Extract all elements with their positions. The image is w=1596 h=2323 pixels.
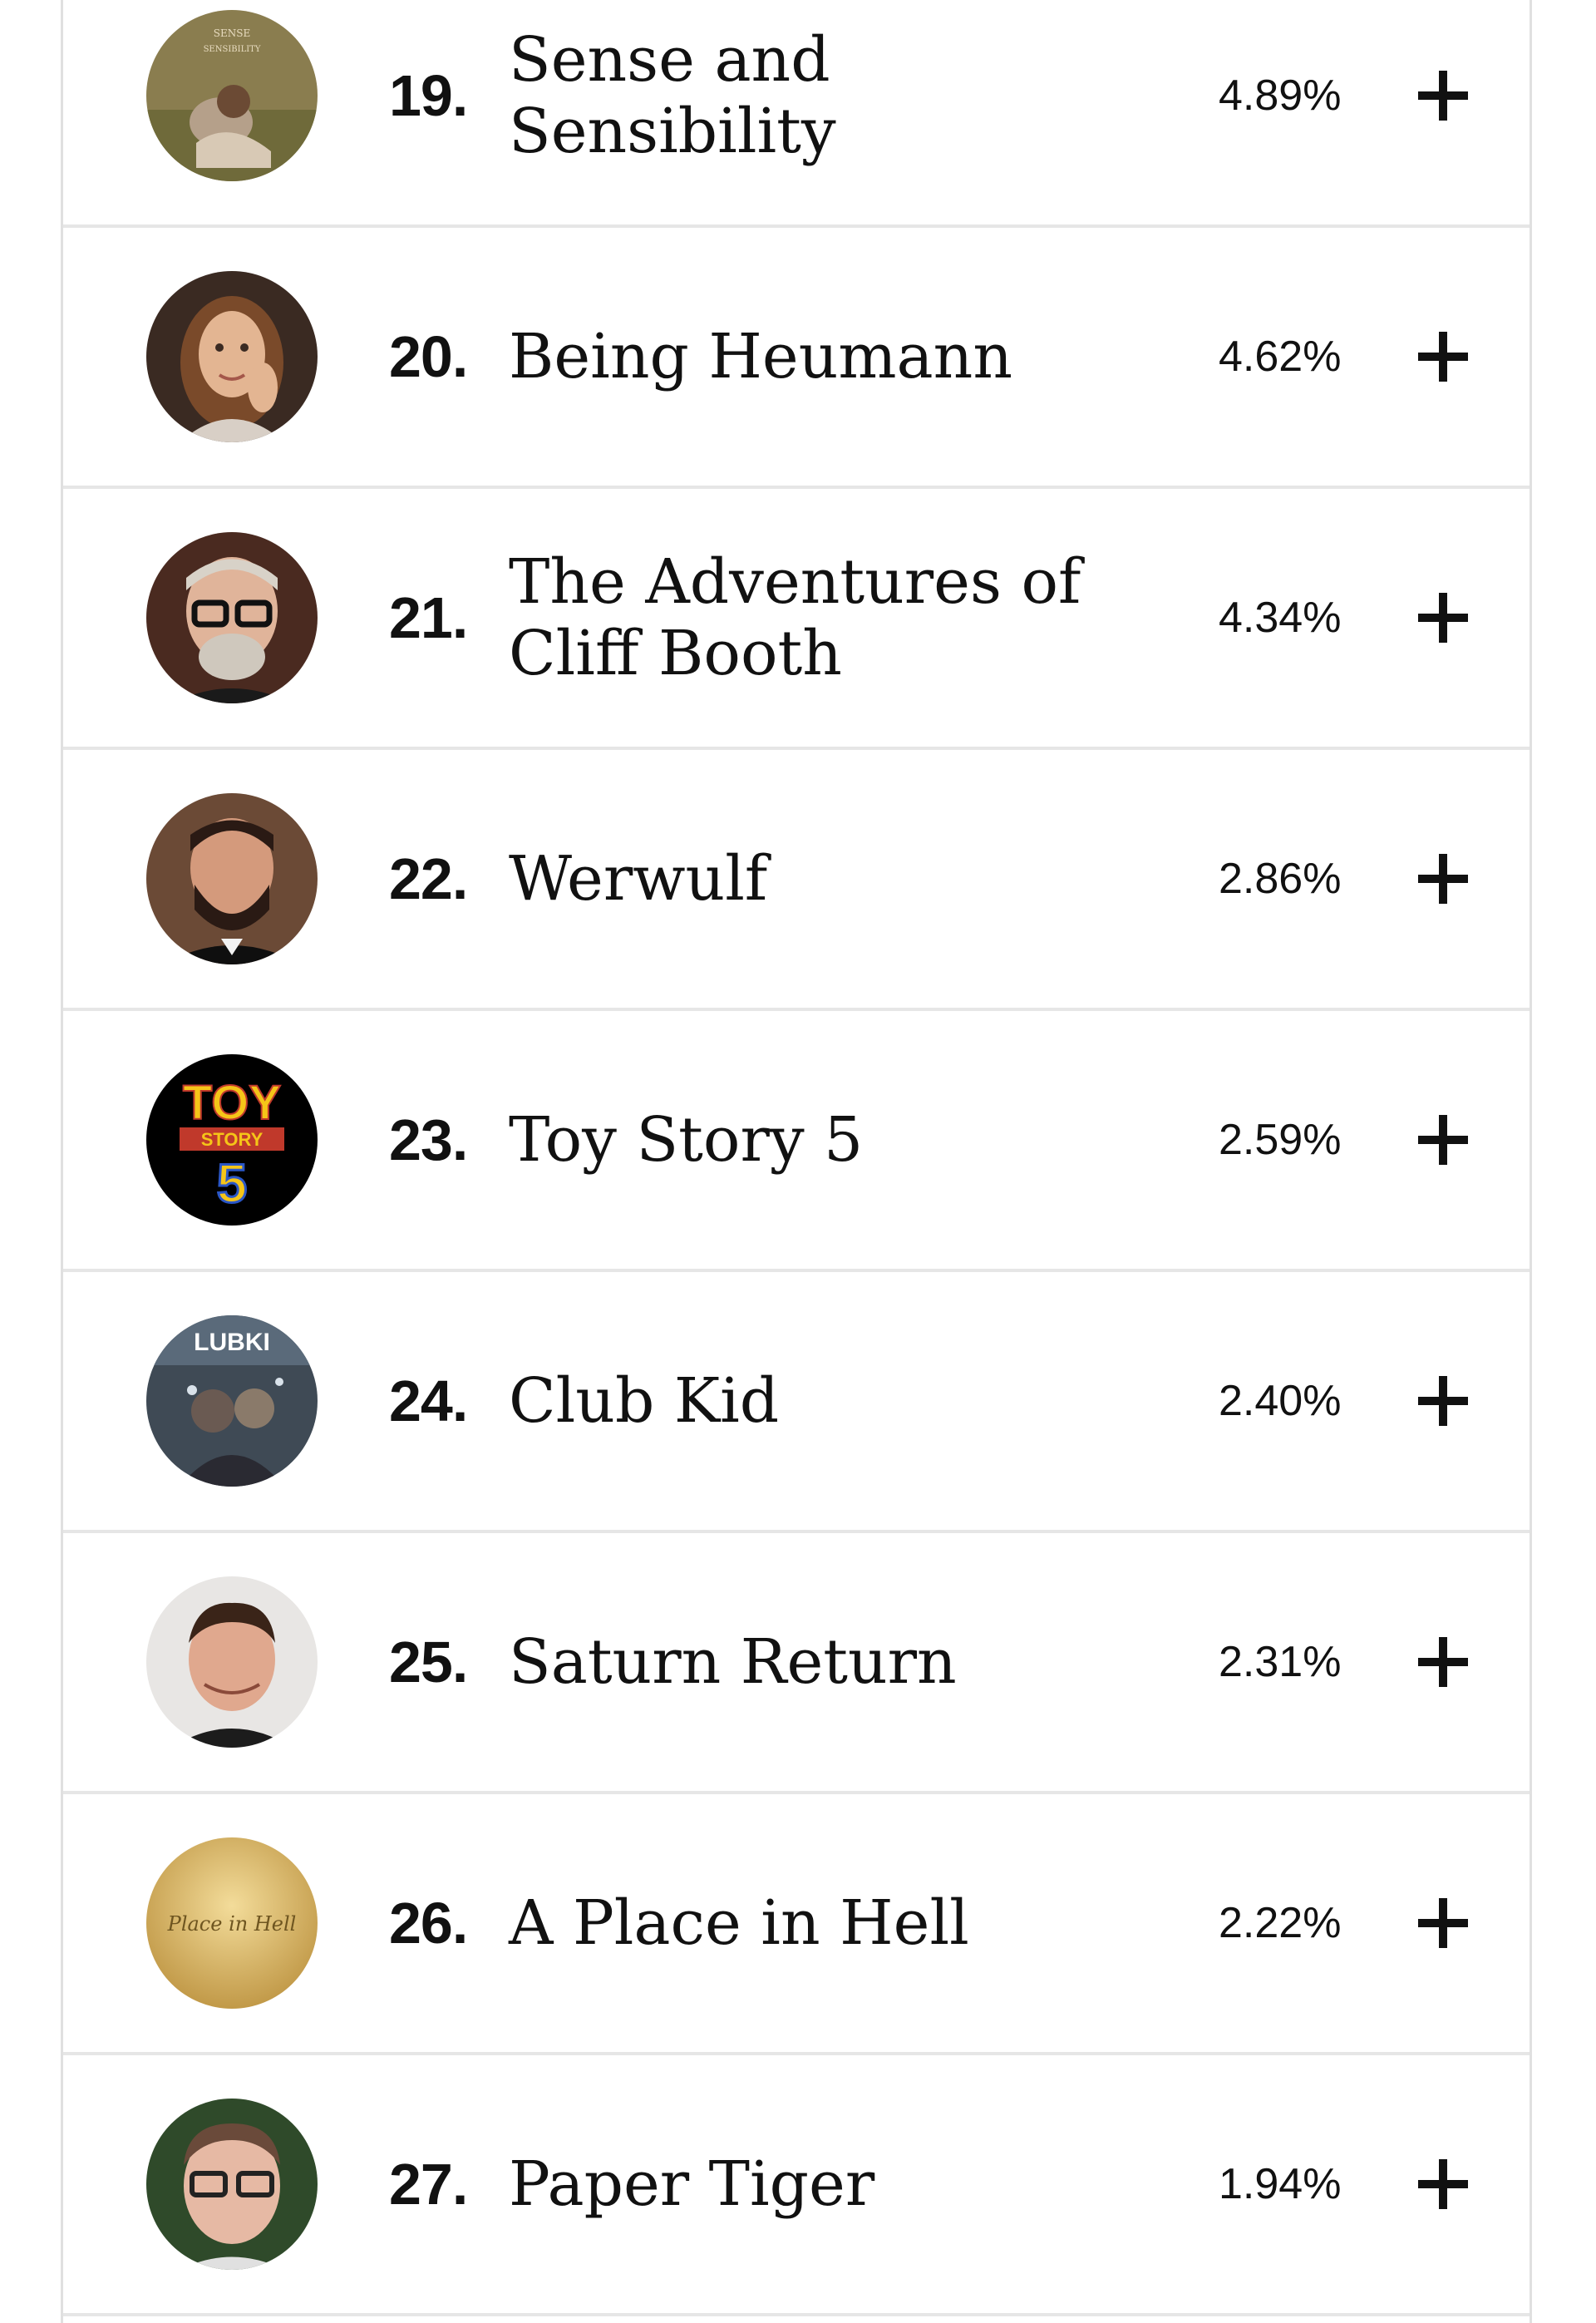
rank-number: 23.	[389, 1107, 468, 1172]
ranking-row: 22. Werwulf 2.86%	[63, 750, 1530, 1011]
svg-text:5: 5	[217, 1152, 248, 1214]
vote-percentage: 2.59%	[1219, 1116, 1342, 1164]
a-place-in-hell-poster-avatar: Place in Hell	[146, 1837, 318, 2009]
film-title: Saturn Return	[509, 1626, 957, 1698]
vote-percentage: 4.89%	[1219, 72, 1342, 120]
club-kid-poster-avatar: LUBKI	[146, 1315, 318, 1487]
film-title: Werwulf	[509, 843, 768, 915]
ranking-row: LUBKI 24. Club Kid 2.40%	[63, 1272, 1530, 1533]
ranking-row: 25. Saturn Return 2.31%	[63, 1533, 1530, 1794]
rank-number: 19.	[389, 63, 468, 128]
bearded-man-avatar	[146, 793, 318, 964]
ranking-row: 27. Paper Tiger 1.94%	[63, 2055, 1530, 2316]
plus-icon[interactable]	[1418, 71, 1468, 121]
plus-icon[interactable]	[1418, 332, 1468, 382]
rank-number: 20.	[389, 324, 468, 389]
rankings-list: SENSE SENSIBILITY 19. Sense and Sensibil…	[61, 0, 1532, 2323]
film-title: Sense and Sensibility	[509, 24, 836, 167]
film-title: The Adventures of Cliff Booth	[509, 546, 1081, 689]
ranking-row: 20. Being Heumann 4.62%	[63, 228, 1530, 489]
plus-icon[interactable]	[1418, 854, 1468, 904]
vote-percentage: 4.34%	[1219, 594, 1342, 642]
vote-percentage: 2.40%	[1219, 1377, 1342, 1425]
plus-icon[interactable]	[1418, 1637, 1468, 1687]
vote-percentage: 2.31%	[1219, 1638, 1342, 1686]
plus-icon[interactable]	[1418, 1898, 1468, 1948]
man-glasses-avatar	[146, 2099, 318, 2270]
vote-percentage: 2.22%	[1219, 1899, 1342, 1947]
ranking-row: SENSE SENSIBILITY 19. Sense and Sensibil…	[63, 0, 1530, 228]
film-title: Being Heumann	[509, 321, 1012, 392]
plus-icon[interactable]	[1418, 593, 1468, 643]
rank-number: 27.	[389, 2152, 468, 2217]
vote-percentage: 4.62%	[1219, 333, 1342, 381]
svg-text:SENSIBILITY: SENSIBILITY	[204, 45, 261, 54]
rank-number: 25.	[389, 1630, 468, 1694]
vote-percentage: 1.94%	[1219, 2160, 1342, 2208]
film-title: Toy Story 5	[509, 1104, 864, 1176]
film-title: A Place in Hell	[509, 1887, 969, 1959]
rank-number: 26.	[389, 1891, 468, 1956]
toy-story-logo-avatar: TOY STORY 5	[146, 1054, 318, 1226]
ranking-row: Place in Hell 26. A Place in Hell 2.22%	[63, 1794, 1530, 2055]
rank-number: 24.	[389, 1369, 468, 1433]
ranking-row: TOY STORY 5 23. Toy Story 5 2.59%	[63, 1011, 1530, 1272]
man-glasses-avatar	[146, 532, 318, 703]
plus-icon[interactable]	[1418, 1115, 1468, 1165]
sense-and-sensibility-poster-avatar: SENSE SENSIBILITY	[146, 10, 318, 181]
plus-icon[interactable]	[1418, 2159, 1468, 2209]
man-portrait-avatar	[146, 1576, 318, 1748]
svg-text:SENSE: SENSE	[214, 27, 250, 39]
vote-percentage: 2.86%	[1219, 855, 1342, 903]
ranking-row: 21. The Adventures of Cliff Booth 4.34%	[63, 489, 1530, 750]
film-title: Club Kid	[509, 1365, 780, 1437]
film-title: Paper Tiger	[509, 2148, 875, 2220]
plus-icon[interactable]	[1418, 1376, 1468, 1426]
svg-text:STORY: STORY	[201, 1129, 264, 1150]
svg-text:TOY: TOY	[183, 1076, 281, 1130]
being-heumann-avatar	[146, 271, 318, 442]
rank-number: 21.	[389, 585, 468, 650]
svg-text:Place in Hell: Place in Hell	[167, 1912, 297, 1936]
rank-number: 22.	[389, 846, 468, 911]
svg-text:LUBKI: LUBKI	[194, 1329, 270, 1356]
